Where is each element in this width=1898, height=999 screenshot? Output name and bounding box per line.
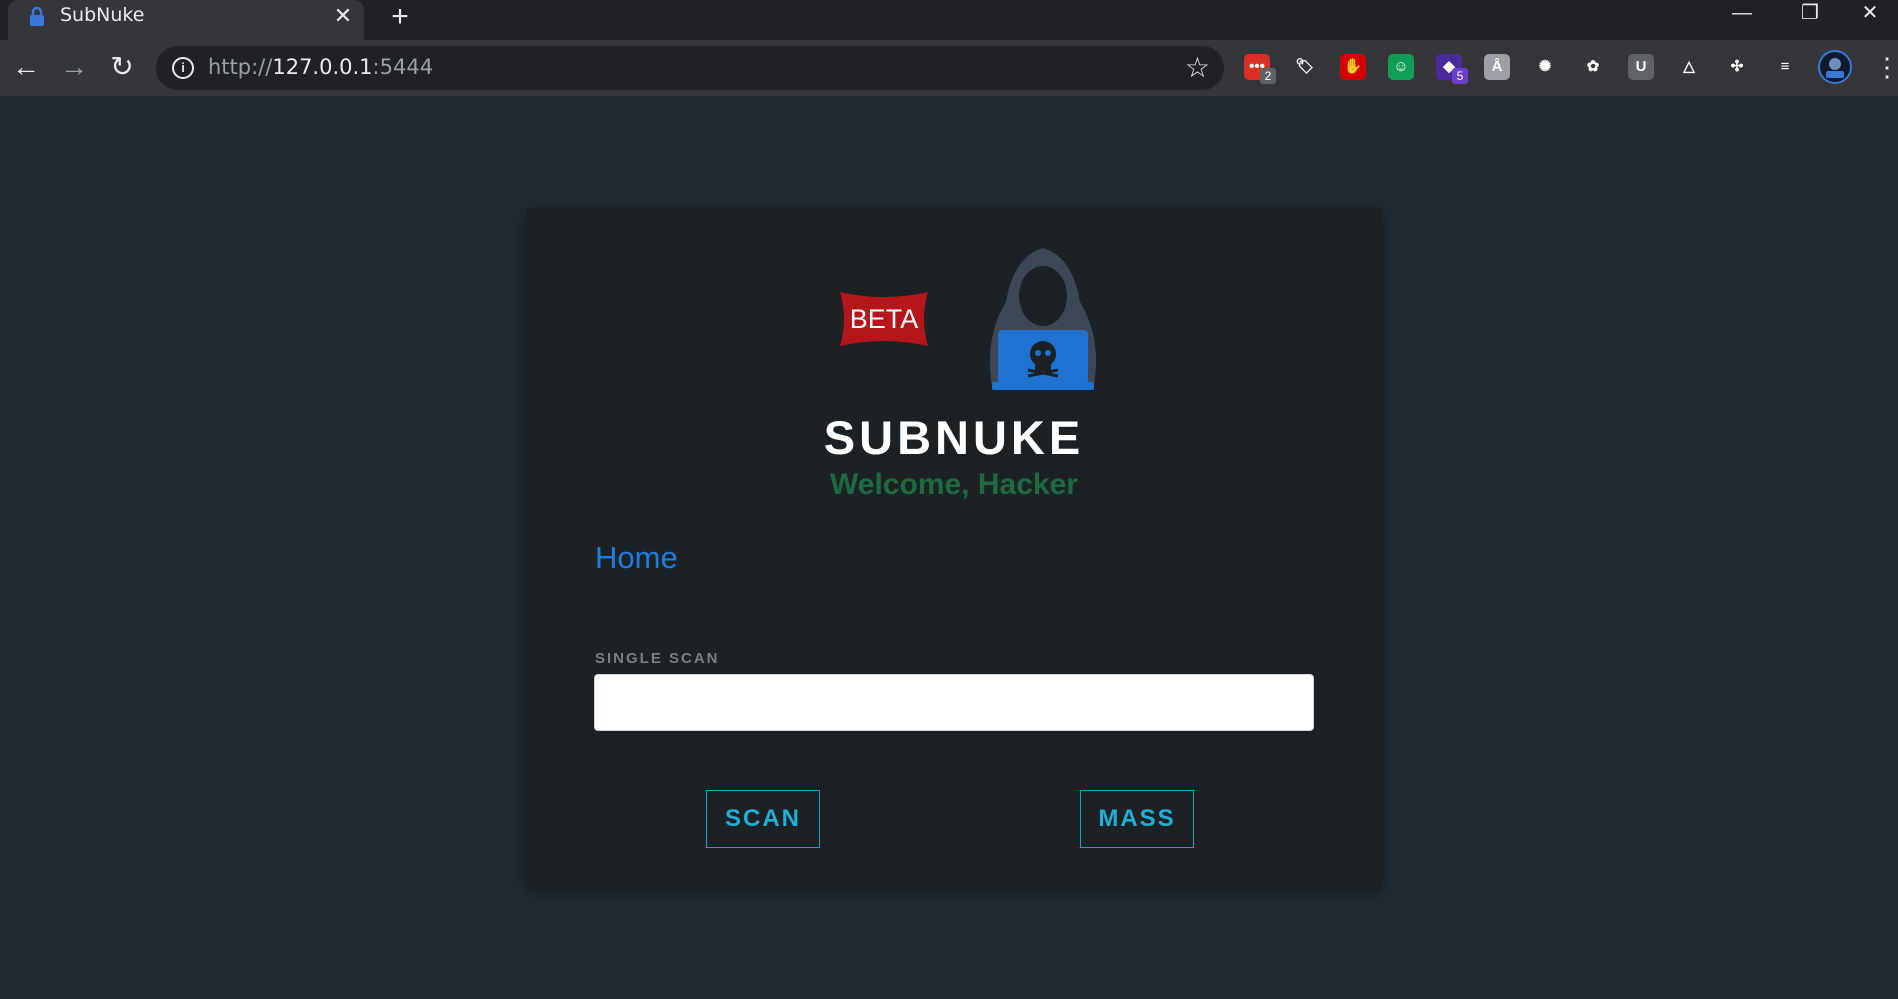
lock-favicon-icon bbox=[30, 6, 44, 26]
ext-green-icon[interactable]: ☺ bbox=[1388, 54, 1414, 80]
puzzle-icon[interactable]: ✣ bbox=[1724, 54, 1750, 80]
single-scan-input[interactable] bbox=[594, 674, 1314, 731]
url-scheme: http:// bbox=[208, 55, 273, 79]
media-queue-icon[interactable]: ≡ bbox=[1772, 54, 1798, 80]
tab-title: SubNuke bbox=[60, 4, 145, 26]
scan-button[interactable]: SCAN bbox=[706, 790, 820, 848]
reload-button[interactable]: ↻ bbox=[104, 50, 140, 86]
profile-avatar[interactable] bbox=[1818, 50, 1852, 84]
tab-close-icon[interactable]: ✕ bbox=[330, 3, 356, 29]
beta-text: BETA bbox=[850, 304, 919, 334]
url-host: 127.0.0.1 bbox=[272, 55, 373, 79]
ext-u-icon[interactable]: U bbox=[1628, 54, 1654, 80]
app-title: SUBNUKE bbox=[823, 411, 1085, 464]
mass-button[interactable]: MASS bbox=[1080, 790, 1194, 848]
ext-purple-badge: 5 bbox=[1452, 68, 1468, 84]
back-button[interactable]: ← bbox=[8, 50, 44, 86]
restore-button[interactable]: ❐ bbox=[1782, 0, 1838, 30]
site-info-icon[interactable]: i bbox=[172, 57, 194, 79]
bookmark-star-icon[interactable]: ☆ bbox=[1185, 51, 1210, 84]
hacker-logo-icon bbox=[989, 248, 1097, 390]
ext-green-yellow-icon[interactable]: ✿ bbox=[1580, 54, 1606, 80]
window-close-button[interactable]: ✕ bbox=[1842, 0, 1898, 30]
ext-stop-icon[interactable]: ✋ bbox=[1340, 54, 1366, 80]
main-card: BETA SUBNUKE Welcome, Hacker Home SINGLE… bbox=[526, 208, 1382, 888]
browser-tab-strip: SubNuke ✕ + — ❐ ✕ bbox=[0, 0, 1898, 40]
welcome-subtitle: Welcome, Hacker bbox=[830, 468, 1078, 501]
single-scan-label: SINGLE SCAN bbox=[595, 650, 720, 667]
beta-badge: BETA bbox=[840, 292, 928, 346]
forward-button[interactable]: → bbox=[56, 50, 92, 86]
browser-tab[interactable]: SubNuke ✕ bbox=[8, 0, 364, 40]
ext-grey-icon[interactable]: Å bbox=[1484, 54, 1510, 80]
new-tab-button[interactable]: + bbox=[384, 2, 416, 34]
ext-triangle-icon[interactable]: △ bbox=[1676, 54, 1702, 80]
home-link[interactable]: Home bbox=[595, 540, 678, 576]
address-bar[interactable]: i http://127.0.0.1:5444 ☆ bbox=[156, 46, 1224, 90]
url-text[interactable]: http://127.0.0.1:5444 bbox=[208, 55, 433, 79]
browser-toolbar: ← → ↻ i http://127.0.0.1:5444 ☆ ••• 2 🏷 ✋ ☺ ◆… bbox=[0, 40, 1898, 96]
ext-red-badge: 2 bbox=[1260, 68, 1276, 84]
minimize-button[interactable]: — bbox=[1714, 0, 1770, 30]
kebab-menu-icon[interactable]: ⋮ bbox=[1874, 52, 1898, 83]
ext-tag-icon[interactable]: 🏷 bbox=[1292, 54, 1318, 80]
ext-blue-sun-icon[interactable]: ✺ bbox=[1532, 54, 1558, 80]
url-port: :5444 bbox=[372, 55, 434, 79]
